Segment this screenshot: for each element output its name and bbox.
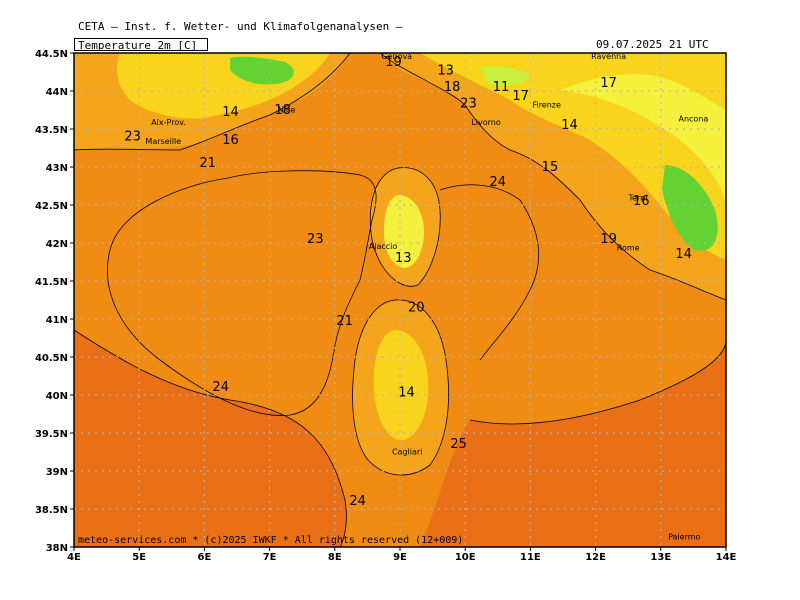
lat-tick-label: 43N — [46, 163, 68, 174]
city-label: Aix-Prov. — [151, 118, 186, 127]
lat-tick-label: 40.5N — [35, 353, 68, 364]
temperature-map: 4E 5E 6E 7E 8E 9E 10E 11E 12E 13E 14E 44.5N 44N 43.5… — [35, 49, 737, 563]
contour-value-label: 24 — [490, 175, 507, 190]
city-label: Firenze — [532, 101, 561, 110]
contour-value-label: 14 — [561, 118, 578, 133]
lon-tick-label: 12E — [585, 552, 606, 563]
contour-value-label: 23 — [124, 129, 141, 144]
lon-tick-label: 7E — [263, 552, 277, 563]
lat-tick-label: 38.5N — [35, 505, 68, 516]
latitude-labels: 44.5N 44N 43.5N 43N 42.5N 42N 41.5N 41N 40.5N 40N… — [35, 49, 68, 554]
contour-value-label: 21 — [336, 314, 353, 329]
lat-tick-label: 42N — [46, 239, 68, 250]
contour-value-label: 23 — [307, 232, 324, 247]
contour-value-label: 13 — [395, 251, 412, 266]
lat-tick-label: 38N — [46, 543, 68, 554]
lat-tick-label: 44.5N — [35, 49, 68, 60]
city-label: Marseille — [145, 137, 181, 146]
contour-value-label: 24 — [212, 380, 229, 395]
city-label: Ravenna — [591, 52, 626, 61]
contour-value-label: 19 — [385, 55, 402, 70]
lat-tick-label: 43.5N — [35, 125, 68, 136]
contour-value-label: 18 — [444, 80, 461, 95]
lon-tick-label: 5E — [132, 552, 146, 563]
lat-tick-label: 42.5N — [35, 201, 68, 212]
contour-value-label: 14 — [222, 105, 239, 120]
contour-value-label: 24 — [349, 494, 366, 509]
contour-value-label: 21 — [199, 156, 216, 171]
lat-tick-label: 41.5N — [35, 277, 68, 288]
lon-tick-label: 10E — [455, 552, 476, 563]
contour-value-label: 16 — [633, 194, 650, 209]
city-label: Rome — [617, 244, 640, 253]
lon-tick-label: 13E — [650, 552, 671, 563]
city-label: Palermo — [668, 532, 700, 541]
contour-value-label: 19 — [600, 232, 617, 247]
lon-tick-label: 8E — [328, 552, 342, 563]
contour-value-label: 20 — [408, 300, 425, 315]
city-label: Ajaccio — [369, 242, 398, 251]
city-label: Cagliari — [392, 447, 422, 456]
contour-value-label: 18 — [274, 103, 291, 118]
longitude-labels: 4E 5E 6E 7E 8E 9E 10E 11E 12E 13E 14E — [67, 552, 736, 563]
contour-value-label: 17 — [600, 76, 617, 91]
city-label: Ancona — [678, 114, 708, 123]
lat-tick-label: 41N — [46, 315, 68, 326]
lon-tick-label: 14E — [716, 552, 737, 563]
contour-value-label: 14 — [675, 247, 692, 262]
lon-tick-label: 4E — [67, 552, 81, 563]
lon-tick-label: 6E — [198, 552, 212, 563]
lon-tick-label: 11E — [520, 552, 541, 563]
lat-tick-label: 44N — [46, 87, 68, 98]
contour-value-label: 13 — [437, 63, 454, 78]
contour-value-label: 14 — [398, 386, 415, 401]
contour-value-label: 11 — [493, 80, 510, 95]
lon-tick-label: 9E — [393, 552, 407, 563]
contour-value-label: 17 — [512, 89, 529, 104]
contour-value-label: 23 — [460, 97, 477, 112]
contour-value-label: 25 — [450, 437, 467, 452]
lat-tick-label: 40N — [46, 391, 68, 402]
city-label: Livorno — [471, 118, 501, 127]
footer-credit: meteo-services.com * (c)2025 IWKF * All … — [78, 535, 464, 546]
contour-value-label: 15 — [542, 160, 559, 175]
lat-tick-label: 39.5N — [35, 429, 68, 440]
lat-tick-label: 39N — [46, 467, 68, 478]
contour-value-label: 16 — [222, 133, 239, 148]
